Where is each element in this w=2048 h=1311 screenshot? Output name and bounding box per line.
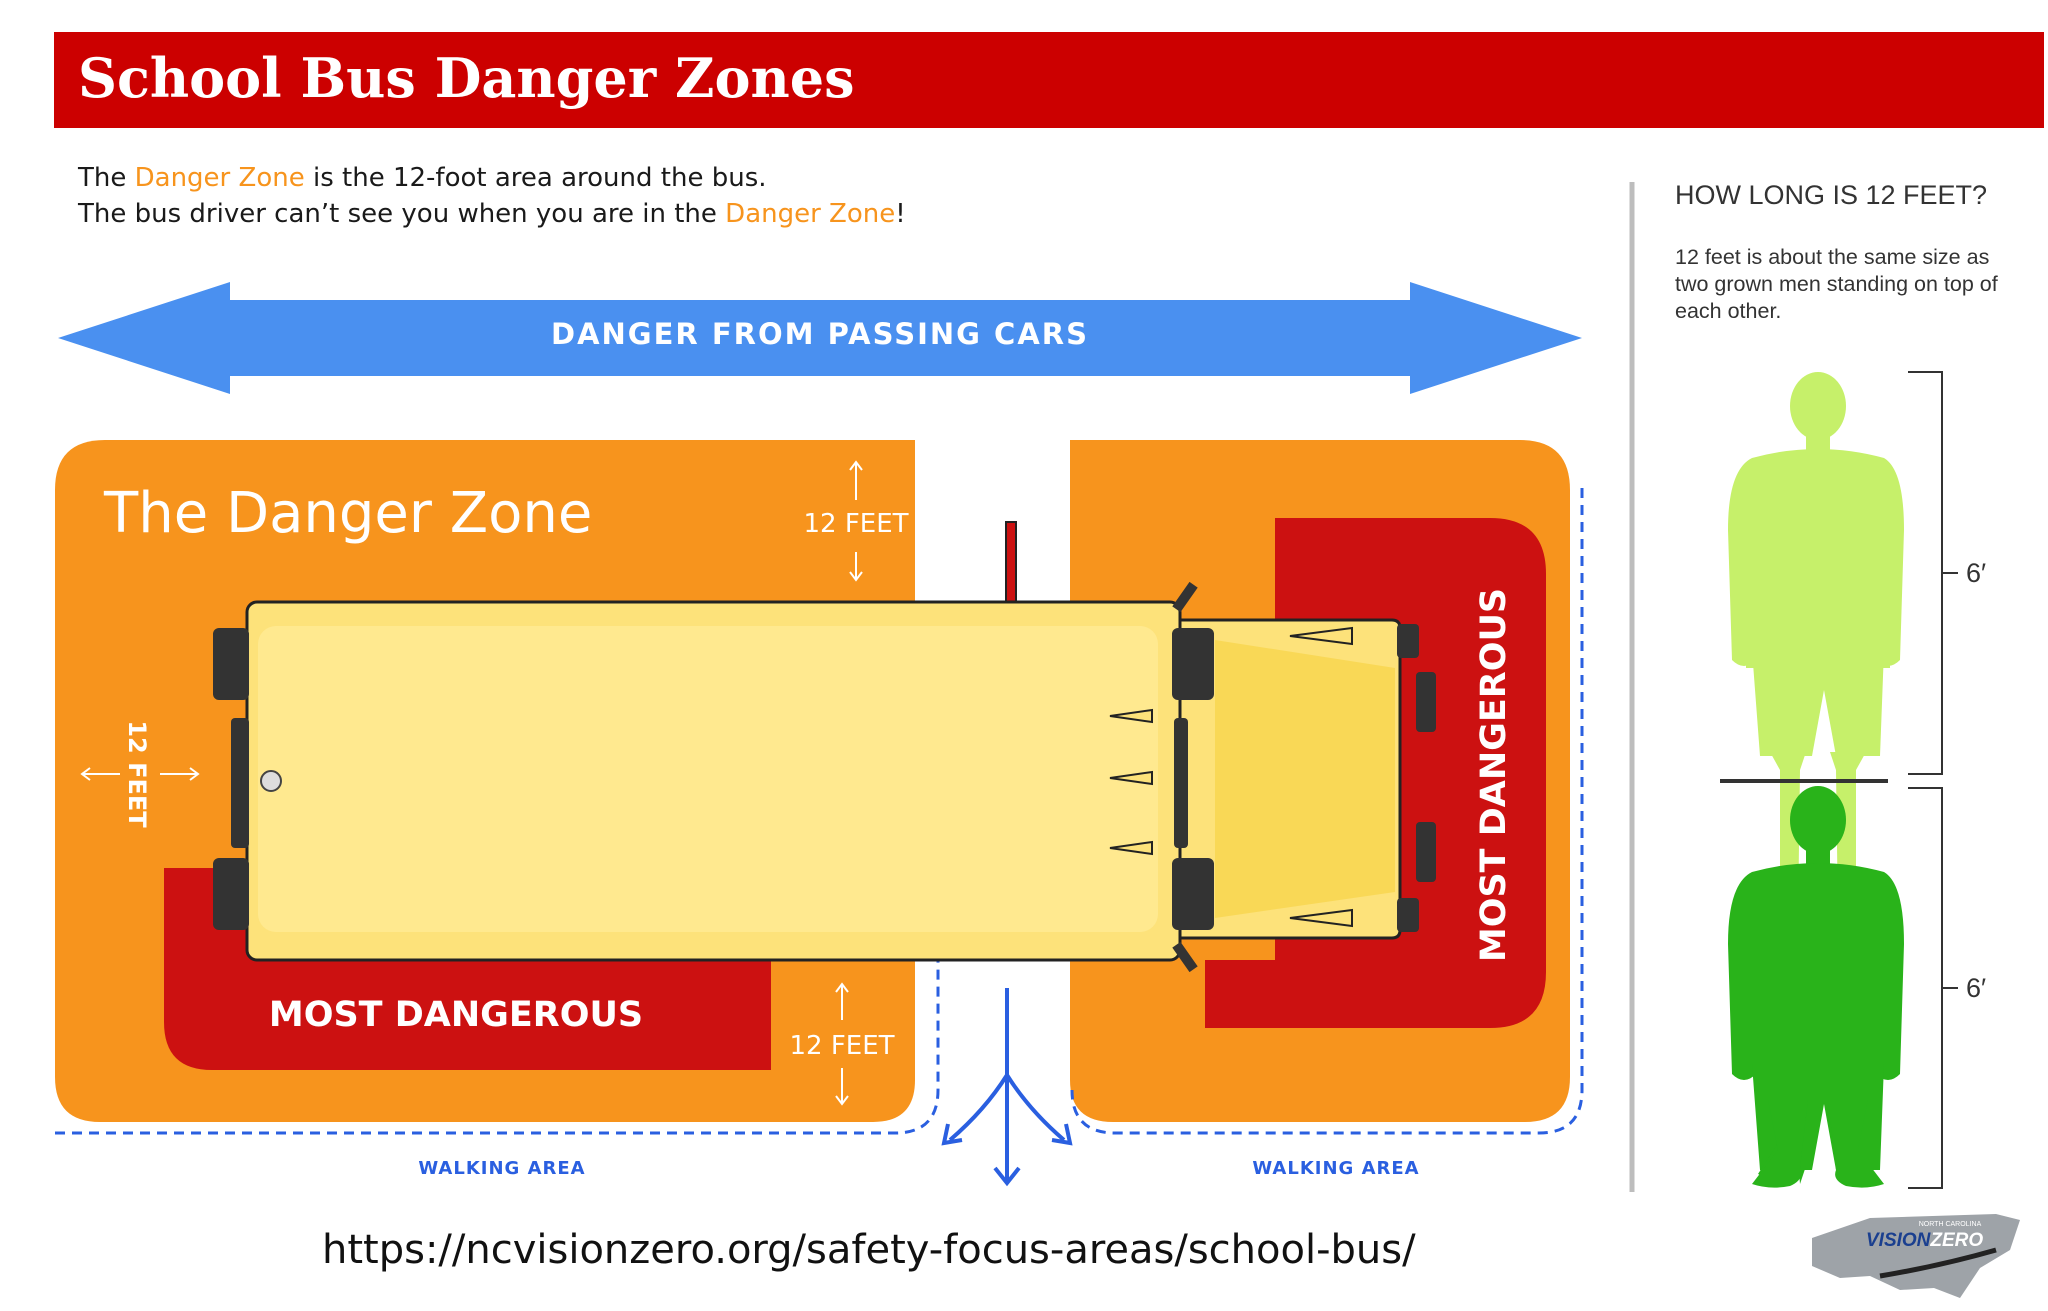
danger-zone-highlight: Danger Zone (134, 163, 305, 193)
intro-text: The Danger Zone is the 12-foot area arou… (78, 163, 906, 229)
walking-area-right-label: WALKING AREA (1252, 1158, 1419, 1179)
wheel (1172, 628, 1214, 700)
rear-light (260, 770, 282, 792)
passing-cars-label: DANGER FROM PASSING CARS (551, 317, 1089, 351)
stop-arm (1005, 521, 1017, 603)
bottom-man-height: 6′ (1966, 973, 1986, 1003)
walking-area-left-label: WALKING AREA (418, 1158, 585, 1179)
most-dangerous-side-label: MOST DANGEROUS (269, 995, 643, 1035)
side-heading: HOW LONG IS 12 FEET? (1675, 180, 1988, 210)
page-title: School Bus Danger Zones (78, 46, 855, 110)
wheel (213, 858, 249, 930)
man-silhouette-bottom (1728, 786, 1904, 1188)
top-man-height: 6′ (1966, 558, 1986, 588)
danger-zone-title: The Danger Zone (103, 481, 592, 546)
side-description: 12 feet is about the same size as two gr… (1675, 245, 1998, 323)
passing-cars-arrow: DANGER FROM PASSING CARS (58, 282, 1582, 394)
left-measure-label: 12 FEET (123, 720, 151, 828)
most-dangerous-front-label: MOST DANGEROUS (1474, 588, 1514, 962)
footer-url[interactable]: https://ncvisionzero.org/safety-focus-ar… (322, 1227, 1416, 1273)
wheel (1172, 858, 1214, 930)
exit-arrow (941, 988, 1073, 1187)
bottom-measure-label: 12 FEET (789, 1031, 894, 1061)
top-measure-label: 12 FEET (803, 509, 908, 539)
wheel (213, 628, 249, 700)
logo-small-text: NORTH CAROLINA (1919, 1221, 1982, 1228)
height-brackets (1908, 371, 1958, 1189)
vision-zero-logo: NORTH CAROLINA VISIONZERO (1812, 1214, 2020, 1298)
danger-zone-highlight: Danger Zone (725, 199, 896, 229)
logo-name: VISIONZERO (1866, 1230, 1983, 1251)
